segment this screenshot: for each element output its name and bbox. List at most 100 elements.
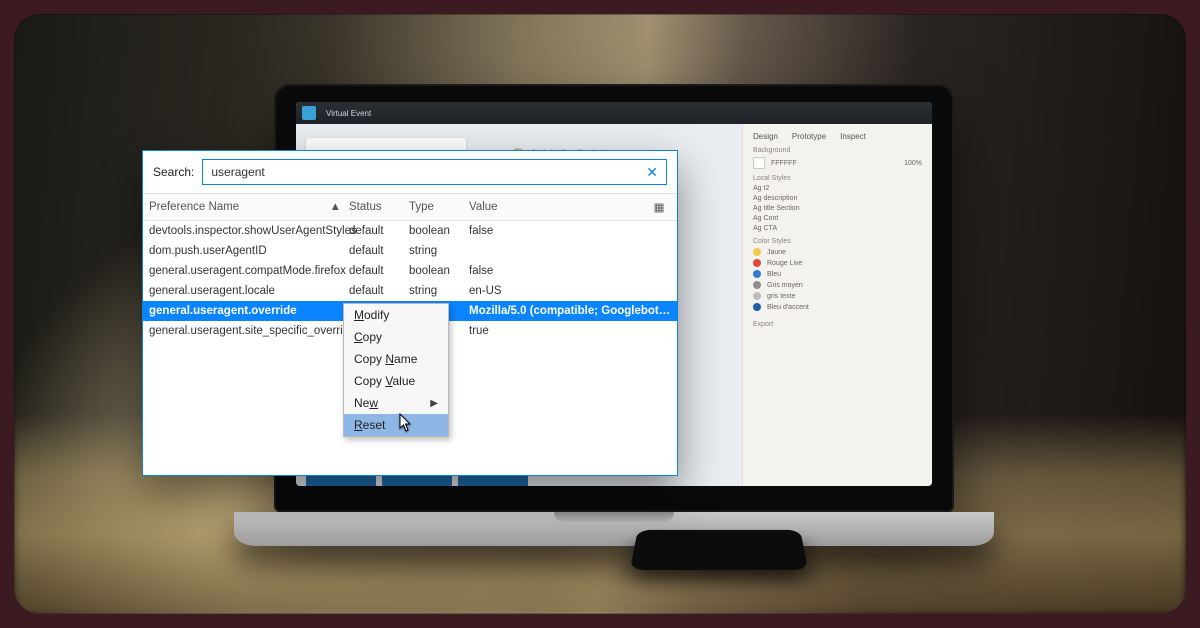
- pref-value: en-US: [469, 285, 671, 297]
- mi-pre: Ne: [354, 396, 369, 410]
- color-name: gris texte: [767, 293, 795, 300]
- pref-status: default: [349, 245, 409, 257]
- color-style[interactable]: Bleu d'accent: [753, 303, 922, 311]
- context-menu: Modify Copy Copy Name Copy Value New ▶ R…: [343, 303, 449, 437]
- color-style[interactable]: Gris moyen: [753, 281, 922, 289]
- col-status[interactable]: Status: [349, 201, 409, 213]
- aboutconfig-window: Search: useragent ✕ Preference Name ▲ St…: [142, 150, 678, 476]
- color-swatch-icon: [753, 281, 761, 289]
- menu-new[interactable]: New ▶: [344, 392, 448, 414]
- background-label: Background: [753, 147, 922, 154]
- color-name: Gris moyen: [767, 282, 803, 289]
- pref-type: boolean: [409, 225, 469, 237]
- color-name: Bleu: [767, 271, 781, 278]
- table-row[interactable]: dom.push.userAgentID default string: [143, 241, 677, 261]
- pref-status: default: [349, 265, 409, 277]
- right-panel: Design Prototype Inspect Background FFFF…: [742, 124, 932, 486]
- text-style[interactable]: Ag Cont: [753, 215, 922, 222]
- color-style[interactable]: Jaune: [753, 248, 922, 256]
- tab-prototype[interactable]: Prototype: [792, 132, 826, 141]
- mi-accel: w: [369, 396, 378, 410]
- pref-value: [469, 245, 671, 257]
- mi-accel: R: [354, 418, 363, 432]
- panel-tabs: Design Prototype Inspect: [753, 132, 922, 141]
- search-value: useragent: [211, 165, 264, 179]
- bg-hex: FFFFFF: [771, 160, 797, 167]
- color-styles-label: Color Styles: [753, 238, 922, 245]
- submenu-arrow-icon: ▶: [430, 398, 438, 409]
- color-swatch-icon: [753, 292, 761, 300]
- text-style[interactable]: Ag t2: [753, 185, 922, 192]
- tab-design[interactable]: Design: [753, 132, 778, 141]
- phone: [630, 530, 809, 570]
- mi-post: ame: [394, 352, 417, 366]
- text-style[interactable]: Ag title Section: [753, 205, 922, 212]
- app-title: Virtual Event: [326, 109, 371, 118]
- export-label: Export: [753, 321, 922, 328]
- text-style[interactable]: Ag CTA: [753, 225, 922, 232]
- pref-status: default: [349, 225, 409, 237]
- color-style[interactable]: Rouge Live: [753, 259, 922, 267]
- mi-post: eset: [363, 418, 386, 432]
- pref-type: boolean: [409, 265, 469, 277]
- search-input[interactable]: useragent ✕: [202, 159, 667, 185]
- pref-status: default: [349, 285, 409, 297]
- table-row[interactable]: general.useragent.locale default string …: [143, 281, 677, 301]
- color-name: Jaune: [767, 249, 786, 256]
- pref-name: general.useragent.locale: [149, 285, 349, 297]
- menu-copy-name[interactable]: Copy Name: [344, 348, 448, 370]
- color-swatch-icon: [753, 259, 761, 267]
- mouse-cursor-icon: [399, 413, 413, 433]
- pref-value: false: [469, 225, 671, 237]
- pref-value: true: [469, 325, 671, 337]
- text-style-label: Ag description: [753, 195, 797, 202]
- search-row: Search: useragent ✕: [143, 151, 677, 193]
- color-style[interactable]: gris texte: [753, 292, 922, 300]
- text-style-label: Ag t2: [753, 185, 769, 192]
- color-name: Rouge Live: [767, 260, 802, 267]
- tab-inspect[interactable]: Inspect: [840, 132, 866, 141]
- color-swatch-icon: [753, 270, 761, 278]
- pref-type: string: [409, 285, 469, 297]
- menu-copy-value[interactable]: Copy Value: [344, 370, 448, 392]
- sort-asc-icon[interactable]: ▲: [330, 201, 349, 213]
- mi-pre: Copy: [354, 352, 385, 366]
- text-style-label: Ag Cont: [753, 215, 778, 222]
- mi-pre: Copy: [354, 374, 385, 388]
- local-styles-label: Local Styles: [753, 175, 922, 182]
- background-row: FFFFFF 100%: [753, 157, 922, 169]
- pref-value: false: [469, 265, 671, 277]
- col-type[interactable]: Type: [409, 201, 469, 213]
- pref-name: general.useragent.override: [149, 305, 349, 317]
- column-picker-icon[interactable]: ▦: [647, 200, 671, 214]
- pref-value: Mozilla/5.0 (compatible; Googlebot/2.1; …: [469, 305, 671, 317]
- pref-name: dom.push.userAgentID: [149, 245, 349, 257]
- menu-reset[interactable]: Reset: [344, 414, 448, 436]
- text-style[interactable]: Ag description: [753, 195, 922, 202]
- laptop-base: [234, 512, 994, 546]
- mi-post: alue: [392, 374, 415, 388]
- menu-modify[interactable]: Modify: [344, 304, 448, 326]
- table-row[interactable]: general.useragent.compatMode.firefox def…: [143, 261, 677, 281]
- col-pref-name[interactable]: Preference Name: [149, 201, 239, 213]
- text-style-label: Ag CTA: [753, 225, 777, 232]
- text-style-label: Ag title Section: [753, 205, 800, 212]
- pref-name: general.useragent.site_specific_override…: [149, 325, 349, 337]
- col-value[interactable]: Value: [469, 201, 647, 213]
- pref-type: string: [409, 245, 469, 257]
- pref-name: devtools.inspector.showUserAgentStyles: [149, 225, 349, 237]
- app-titlebar: Virtual Event: [296, 102, 932, 124]
- table-row[interactable]: devtools.inspector.showUserAgentStyles d…: [143, 221, 677, 241]
- mi-post: opy: [363, 330, 382, 344]
- scene: Virtual Event Dr. KarishaDeva Shantbodes…: [14, 14, 1186, 614]
- mi-post: odify: [364, 308, 389, 322]
- clear-search-icon[interactable]: ✕: [646, 164, 658, 181]
- bg-opacity: 100%: [904, 160, 922, 167]
- mi-accel: N: [385, 352, 394, 366]
- menu-copy[interactable]: Copy: [344, 326, 448, 348]
- app-icon: [302, 106, 316, 120]
- mi-accel: C: [354, 330, 363, 344]
- color-swatch-icon: [753, 303, 761, 311]
- swatch-icon[interactable]: [753, 157, 765, 169]
- color-style[interactable]: Bleu: [753, 270, 922, 278]
